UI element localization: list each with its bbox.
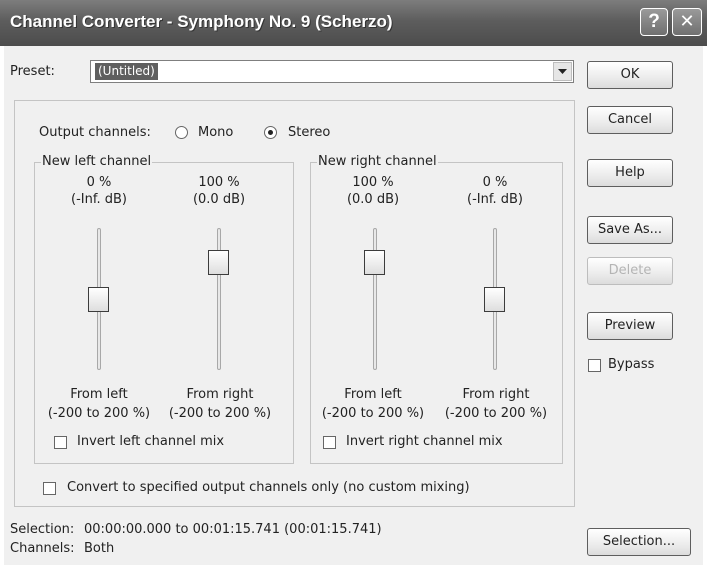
preview-button[interactable]: Preview xyxy=(587,312,673,340)
help-button[interactable]: Help xyxy=(587,159,673,187)
left-from-left-slider[interactable] xyxy=(88,287,109,312)
channels-label: Channels: xyxy=(10,541,75,556)
left-from-right-db: (0.0 dB) xyxy=(192,192,246,207)
new-left-channel-group: New left channel 0 % (-Inf. dB) 100 % (0… xyxy=(34,154,294,464)
new-right-channel-group: New right channel 100 % (0.0 dB) 0 % (-I… xyxy=(310,154,563,464)
right-from-left-label: From left xyxy=(344,387,402,402)
close-button[interactable]: ✕ xyxy=(672,8,702,36)
chevron-down-icon[interactable] xyxy=(553,62,572,81)
right-from-right-percent: 0 % xyxy=(482,175,508,190)
ok-button[interactable]: OK xyxy=(587,61,673,89)
stereo-radio[interactable] xyxy=(264,126,277,139)
window-title: Channel Converter - Symphony No. 9 (Sche… xyxy=(10,12,393,31)
left-from-left-range: (-200 to 200 %) xyxy=(47,406,151,421)
invert-left-checkbox[interactable] xyxy=(54,436,67,449)
left-from-right-range: (-200 to 200 %) xyxy=(168,406,272,421)
delete-button: Delete xyxy=(587,257,673,285)
settings-panel: Output channels: Mono Stereo New left ch… xyxy=(14,100,575,507)
right-from-right-range: (-200 to 200 %) xyxy=(444,406,548,421)
selection-button[interactable]: Selection... xyxy=(587,528,691,556)
output-channels-label: Output channels: xyxy=(39,125,151,140)
selection-label: Selection: xyxy=(10,522,75,537)
convert-only-checkbox[interactable] xyxy=(43,482,56,495)
preset-dropdown[interactable]: (Untitled) xyxy=(90,60,574,83)
invert-right-checkbox[interactable] xyxy=(323,436,336,449)
right-from-right-db: (-Inf. dB) xyxy=(467,192,523,207)
bypass-label: Bypass xyxy=(608,357,655,372)
right-from-right-slider[interactable] xyxy=(484,287,505,312)
left-from-left-db: (-Inf. dB) xyxy=(71,192,127,207)
selection-value: 00:00:00.000 to 00:01:15.741 (00:01:15.7… xyxy=(84,522,382,537)
invert-right-label: Invert right channel mix xyxy=(346,434,503,449)
save-as-button[interactable]: Save As... xyxy=(587,216,673,244)
mono-label: Mono xyxy=(198,125,234,140)
bypass-checkbox[interactable] xyxy=(588,359,601,372)
dialog-body: Preset: (Untitled) OK Cancel Help Save A… xyxy=(4,46,703,565)
left-from-right-percent: 100 % xyxy=(198,175,240,190)
left-from-right-slider[interactable] xyxy=(208,250,229,275)
invert-left-label: Invert left channel mix xyxy=(77,434,225,449)
new-left-channel-title: New left channel xyxy=(41,154,153,169)
right-from-left-percent: 100 % xyxy=(352,175,394,190)
stereo-label: Stereo xyxy=(288,125,331,140)
new-right-channel-title: New right channel xyxy=(317,154,438,169)
right-from-left-slider[interactable] xyxy=(364,250,385,275)
title-bar[interactable]: Channel Converter - Symphony No. 9 (Sche… xyxy=(0,0,707,46)
left-from-right-label: From right xyxy=(186,387,254,402)
mono-radio[interactable] xyxy=(175,126,188,139)
right-from-left-db: (0.0 dB) xyxy=(346,192,400,207)
channels-value: Both xyxy=(84,541,115,556)
left-from-left-label: From left xyxy=(70,387,128,402)
left-from-left-percent: 0 % xyxy=(86,175,112,190)
right-from-right-label: From right xyxy=(462,387,530,402)
cancel-button[interactable]: Cancel xyxy=(587,106,673,134)
convert-only-label: Convert to specified output channels onl… xyxy=(67,480,470,495)
preset-value: (Untitled) xyxy=(95,63,158,80)
right-from-left-range: (-200 to 200 %) xyxy=(321,406,425,421)
help-icon: ? xyxy=(648,11,660,32)
preset-label: Preset: xyxy=(10,64,55,79)
help-title-button[interactable]: ? xyxy=(640,8,668,36)
close-icon: ✕ xyxy=(679,11,695,32)
